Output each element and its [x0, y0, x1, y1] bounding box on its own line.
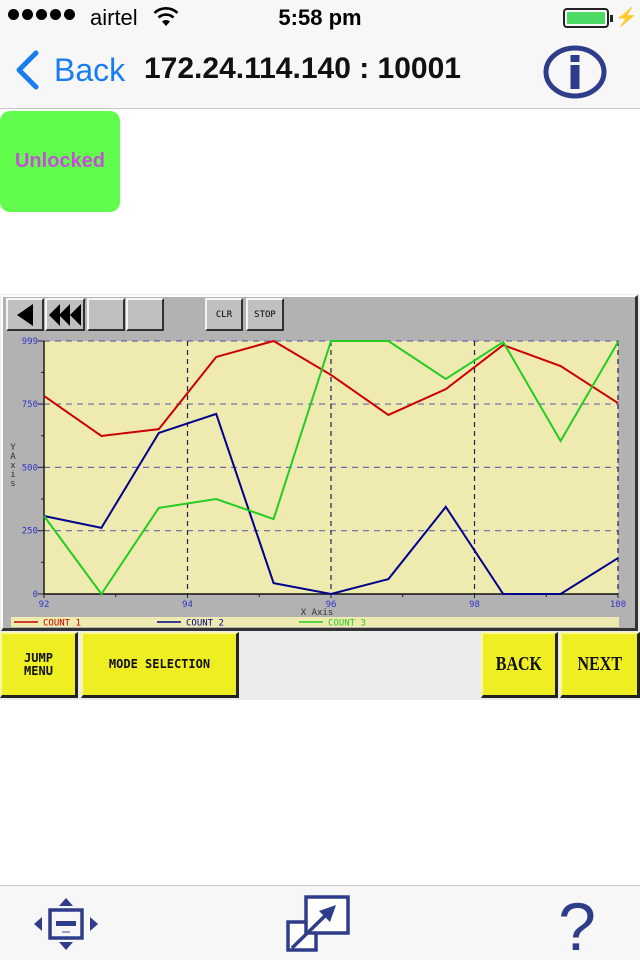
help-icon[interactable]: ? — [542, 894, 612, 954]
charging-icon: ⚡ — [615, 7, 638, 27]
legend-label: COUNT 1 — [43, 619, 81, 629]
mode-selection-label: MODE SELECTION — [108, 657, 211, 672]
navigation-bar: Back 172.24.114.140 : 10001 — [0, 36, 640, 109]
bottom-toolbar: ? — [0, 885, 640, 960]
y-tick-label: 250 — [22, 527, 38, 537]
popout-icon[interactable] — [284, 894, 354, 954]
x-axis-title: X Axis — [301, 608, 334, 618]
legend-label: COUNT 2 — [186, 619, 224, 629]
page-title: 172.24.114.140 : 10001 — [144, 52, 461, 85]
hmi-next-button[interactable]: NEXT — [560, 632, 640, 698]
status-bar: airtel 5:58 pm ⚡ — [0, 0, 640, 36]
back-button[interactable]: Back — [14, 50, 125, 90]
svg-text:?: ? — [558, 894, 596, 954]
y-tick-label: 999 — [22, 337, 38, 347]
lock-status-label: Unlocked — [14, 150, 106, 172]
y-tick-label: 500 — [22, 463, 38, 473]
legend-label: COUNT 3 — [328, 619, 366, 629]
battery-icon — [563, 8, 613, 28]
x-tick-label: 92 — [39, 600, 50, 610]
x-tick-label: 98 — [469, 600, 480, 610]
y-tick-label: 0 — [33, 590, 38, 600]
jump-menu-button[interactable]: JUMP MENU — [0, 632, 78, 698]
hmi-back-label: BACK — [495, 653, 543, 675]
jump-menu-label-line2: MENU — [24, 663, 53, 678]
hmi-screen: CLR STOP 0 250 500 750 999 92 94 96 98 100 X Axis Y… — [0, 294, 640, 700]
hmi-next-label: NEXT — [577, 653, 622, 675]
y-axis-title: YAxis — [10, 443, 16, 489]
x-tick-label: 94 — [182, 600, 193, 610]
chevron-left-icon — [16, 50, 39, 90]
move-icon[interactable] — [31, 894, 101, 954]
back-label: Back — [54, 51, 126, 88]
y-tick-label: 750 — [22, 400, 38, 410]
lock-status-badge[interactable]: Unlocked — [0, 111, 120, 212]
x-tick-label: 100 — [610, 600, 626, 610]
hmi-back-button[interactable]: BACK — [481, 632, 558, 698]
clock: 5:58 pm — [278, 5, 362, 30]
jump-menu-label-line1: JUMP — [24, 650, 53, 665]
trend-chart: 025050075099992 94 96 98 100X AxisY Ax i sCOUNT… — [10, 337, 626, 629]
info-icon[interactable] — [543, 45, 607, 99]
mode-selection-button[interactable]: MODE SELECTION — [81, 632, 239, 698]
